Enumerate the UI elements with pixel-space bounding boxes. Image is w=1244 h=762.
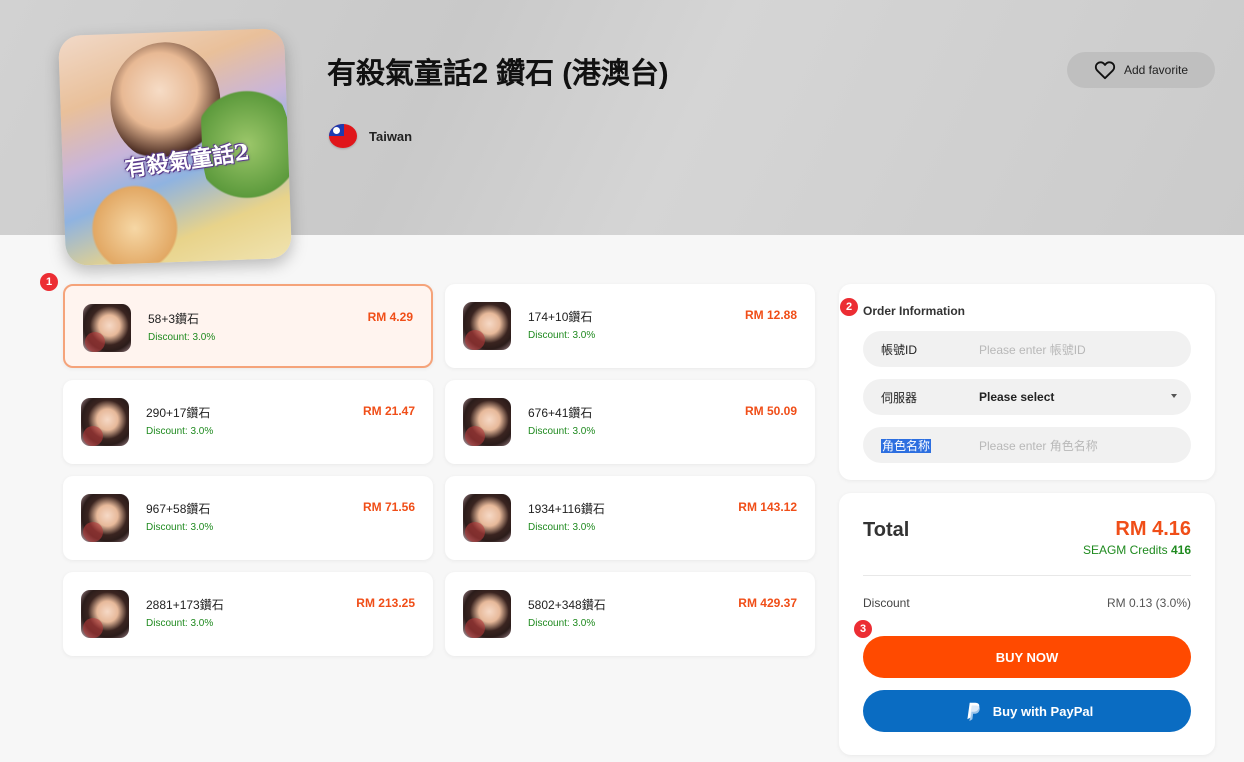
paypal-button[interactable]: Buy with PayPal bbox=[863, 690, 1191, 732]
heart-icon bbox=[1094, 61, 1116, 80]
summary-divider bbox=[863, 575, 1191, 576]
package-discount: Discount: 3.0% bbox=[528, 522, 596, 533]
package-thumbnail bbox=[81, 494, 129, 542]
package-price: RM 50.09 bbox=[744, 404, 797, 418]
package-discount: Discount: 3.0% bbox=[528, 618, 596, 629]
total-label: Total bbox=[863, 519, 910, 541]
seagm-credits: SEAGM Credits 416 bbox=[1083, 543, 1191, 557]
package-discount: Discount: 3.0% bbox=[528, 426, 596, 437]
package-name: 676+41鑽石 bbox=[528, 406, 593, 420]
product-region: Taiwan bbox=[329, 124, 412, 148]
package-price: RM 4.29 bbox=[367, 310, 413, 324]
package-discount: Discount: 3.0% bbox=[146, 618, 214, 629]
step-badge-2: 2 bbox=[840, 298, 858, 316]
total-price: RM 4.16 bbox=[1115, 518, 1191, 540]
game-cover-image: 有殺氣童話2 bbox=[58, 28, 292, 266]
order-information-panel: Order Information 帳號ID Please enter 帳號ID… bbox=[839, 284, 1215, 480]
credits-value: 416 bbox=[1170, 543, 1191, 557]
package-price: RM 429.37 bbox=[738, 596, 797, 610]
server-select-value[interactable]: Please select bbox=[979, 390, 1191, 404]
order-information-title: Order Information bbox=[863, 304, 966, 318]
package-name: 1934+116鑽石 bbox=[528, 502, 605, 516]
package-price: RM 71.56 bbox=[362, 500, 415, 514]
package-thumbnail bbox=[81, 590, 129, 638]
package-card[interactable]: 58+3鑽石 Discount: 3.0% RM 4.29 bbox=[63, 284, 433, 368]
package-card[interactable]: 290+17鑽石 Discount: 3.0% RM 21.47 bbox=[63, 380, 433, 464]
package-thumbnail bbox=[463, 590, 511, 638]
package-discount: Discount: 3.0% bbox=[528, 330, 596, 341]
package-discount: Discount: 3.0% bbox=[148, 332, 216, 343]
package-card[interactable]: 2881+173鑽石 Discount: 3.0% RM 213.25 bbox=[63, 572, 433, 656]
buy-now-button[interactable]: BUY NOW bbox=[863, 636, 1191, 678]
character-name-label-text: 角色名称 bbox=[881, 438, 932, 453]
package-name: 290+17鑽石 bbox=[146, 406, 211, 420]
paypal-icon bbox=[967, 702, 980, 722]
package-price: RM 143.12 bbox=[738, 500, 797, 514]
package-name: 5802+348鑽石 bbox=[528, 598, 606, 612]
server-select[interactable]: 伺服器 Please select bbox=[863, 379, 1191, 415]
taiwan-flag-icon bbox=[329, 124, 357, 148]
product-title: 有殺氣童話2 鑽石 (港澳台) bbox=[327, 58, 669, 90]
package-price: RM 213.25 bbox=[356, 596, 415, 610]
caret-down-icon bbox=[1171, 394, 1177, 398]
step-badge-3: 3 bbox=[854, 620, 872, 638]
package-card[interactable]: 967+58鑽石 Discount: 3.0% RM 71.56 bbox=[63, 476, 433, 560]
discount-label: Discount bbox=[863, 596, 910, 610]
account-id-input[interactable]: Please enter 帳號ID bbox=[979, 341, 1191, 358]
package-name: 2881+173鑽石 bbox=[146, 598, 224, 612]
region-label: Taiwan bbox=[369, 128, 413, 144]
order-summary-panel: Total RM 4.16 SEAGM Credits 416 Discount… bbox=[839, 493, 1215, 755]
package-name: 174+10鑽石 bbox=[528, 310, 593, 324]
package-name: 58+3鑽石 bbox=[148, 312, 200, 326]
add-favorite-label: Add favorite bbox=[1123, 63, 1189, 77]
package-card[interactable]: 174+10鑽石 Discount: 3.0% RM 12.88 bbox=[445, 284, 815, 368]
package-card[interactable]: 676+41鑽石 Discount: 3.0% RM 50.09 bbox=[445, 380, 815, 464]
package-price: RM 21.47 bbox=[362, 404, 415, 418]
cover-character-art-2 bbox=[73, 181, 197, 266]
package-thumbnail bbox=[463, 302, 511, 350]
package-discount: Discount: 3.0% bbox=[146, 426, 214, 437]
package-name: 967+58鑽石 bbox=[146, 502, 211, 516]
add-favorite-button[interactable]: Add favorite bbox=[1067, 52, 1215, 88]
package-card[interactable]: 5802+348鑽石 Discount: 3.0% RM 429.37 bbox=[445, 572, 815, 656]
discount-value: RM 0.13 (3.0%) bbox=[1106, 596, 1191, 610]
package-thumbnail bbox=[83, 304, 131, 352]
package-thumbnail bbox=[463, 494, 511, 542]
step-badge-1: 1 bbox=[40, 273, 58, 291]
character-name-label: 角色名称 bbox=[863, 437, 979, 454]
credits-label: SEAGM Credits bbox=[1082, 543, 1168, 557]
paypal-label: Buy with PayPal bbox=[992, 703, 1094, 719]
character-name-field[interactable]: 角色名称 Please enter 角色名称 bbox=[863, 427, 1191, 463]
package-card[interactable]: 1934+116鑽石 Discount: 3.0% RM 143.12 bbox=[445, 476, 815, 560]
package-price: RM 12.88 bbox=[744, 308, 797, 322]
buy-now-label: BUY NOW bbox=[995, 649, 1059, 665]
package-thumbnail bbox=[81, 398, 129, 446]
account-id-field[interactable]: 帳號ID Please enter 帳號ID bbox=[863, 331, 1191, 367]
character-name-input[interactable]: Please enter 角色名称 bbox=[979, 437, 1191, 454]
account-id-label: 帳號ID bbox=[881, 342, 918, 357]
package-discount: Discount: 3.0% bbox=[146, 522, 214, 533]
package-thumbnail bbox=[463, 398, 511, 446]
server-label: 伺服器 bbox=[881, 390, 918, 405]
